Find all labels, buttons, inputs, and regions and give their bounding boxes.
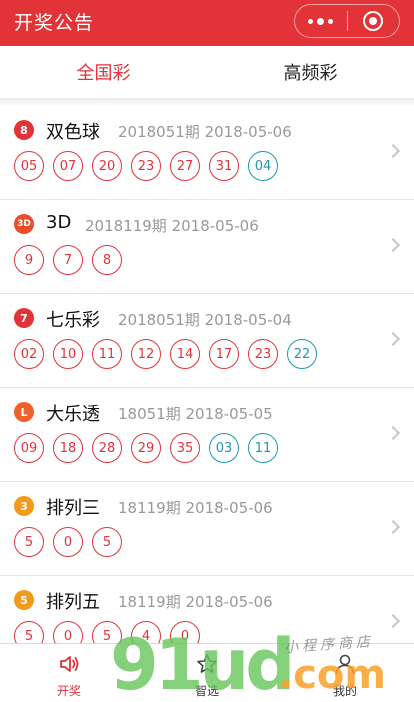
mini-program-capsule (294, 4, 400, 38)
lottery-row[interactable]: 8 双色球 2018051期 2018-05-06 05 07 20 23 27 31 04 (0, 106, 414, 200)
blue-ball: 11 (248, 433, 278, 463)
lottery-badge-icon: 5 (14, 590, 34, 610)
blue-ball: 22 (287, 339, 317, 369)
lottery-period-date: 18119期 2018-05-06 (118, 593, 273, 611)
chevron-right-icon (385, 237, 401, 253)
lottery-badge-icon: 7 (14, 308, 34, 328)
red-ball: 35 (170, 433, 200, 463)
target-icon (363, 11, 384, 31)
lottery-period-date: 2018051期 2018-05-06 (118, 123, 292, 141)
more-dots-icon (308, 17, 334, 25)
red-ball: 02 (14, 339, 44, 369)
lottery-name: 双色球 (46, 122, 100, 143)
red-ball: 05 (14, 151, 44, 181)
nav-item-draw[interactable]: 开奖 (0, 644, 138, 702)
lottery-badge-icon: 3 (14, 496, 34, 516)
lottery-row[interactable]: 3D 3D 2018119期 2018-05-06 9 7 8 (0, 200, 414, 294)
close-mini-program-button[interactable] (347, 5, 399, 37)
lottery-row[interactable]: 7 七乐彩 2018051期 2018-05-04 02 10 11 12 14 17 23 22 (0, 294, 414, 388)
nav-item-smart-pick[interactable]: 智选 (138, 644, 276, 702)
red-ball: 29 (131, 433, 161, 463)
red-ball: 5 (92, 527, 122, 557)
lottery-badge-icon: 8 (14, 120, 34, 140)
red-ball: 27 (170, 151, 200, 181)
chevron-right-icon (385, 425, 401, 441)
chevron-right-icon (385, 331, 401, 347)
red-ball: 31 (209, 151, 239, 181)
red-ball: 17 (209, 339, 239, 369)
lottery-badge-icon: L (14, 402, 34, 422)
nav-label-mine: 我的 (332, 684, 357, 698)
draw-numbers: 02 10 11 12 14 17 23 22 (14, 339, 317, 369)
lottery-name: 排列三 (46, 498, 100, 519)
red-ball: 0 (53, 527, 83, 557)
red-ball: 9 (14, 245, 44, 275)
chevron-right-icon (385, 613, 401, 629)
bottom-nav: 开奖 智选 我的 (0, 643, 414, 702)
user-icon (335, 654, 355, 674)
tab-national-lottery[interactable]: 全国彩 (0, 46, 207, 98)
star-icon (197, 654, 217, 673)
red-ball: 07 (53, 151, 83, 181)
red-ball: 10 (53, 339, 83, 369)
lottery-row[interactable]: L 大乐透 18051期 2018-05-05 09 18 28 29 35 03 11 (0, 388, 414, 482)
lottery-name: 3D (46, 212, 72, 233)
category-tabs: 全国彩 高频彩 (0, 46, 414, 98)
nav-item-mine[interactable]: 我的 (276, 644, 414, 702)
red-ball: 28 (92, 433, 122, 463)
page-title: 开奖公告 (14, 12, 95, 34)
red-ball: 23 (248, 339, 278, 369)
red-ball: 11 (92, 339, 122, 369)
chevron-right-icon (385, 519, 401, 535)
lottery-badge-icon: 3D (14, 214, 34, 234)
tab-high-frequency-lottery[interactable]: 高频彩 (207, 46, 414, 98)
nav-label-smart-pick: 智选 (194, 684, 219, 698)
lottery-period-date: 18051期 2018-05-05 (118, 405, 273, 423)
draw-numbers: 09 18 28 29 35 03 11 (14, 433, 278, 463)
chevron-right-icon (385, 143, 401, 159)
red-ball: 20 (92, 151, 122, 181)
red-ball: 12 (131, 339, 161, 369)
draw-numbers: 05 07 20 23 27 31 04 (14, 151, 278, 181)
more-menu-button[interactable] (295, 5, 347, 37)
red-ball: 23 (131, 151, 161, 181)
red-ball: 18 (53, 433, 83, 463)
speaker-icon (60, 656, 79, 672)
nav-label-draw: 开奖 (56, 684, 81, 698)
app-header: 开奖公告 (0, 0, 414, 46)
blue-ball: 04 (248, 151, 278, 181)
red-ball: 14 (170, 339, 200, 369)
lottery-period-date: 18119期 2018-05-06 (118, 499, 273, 517)
lottery-row[interactable]: 3 排列三 18119期 2018-05-06 5 0 5 (0, 482, 414, 576)
lottery-name: 排列五 (46, 592, 100, 613)
draw-numbers: 505 (14, 527, 122, 557)
blue-ball: 03 (209, 433, 239, 463)
lottery-period-date: 2018119期 2018-05-06 (85, 217, 259, 235)
draw-numbers: 978 (14, 245, 122, 275)
red-ball: 5 (14, 527, 44, 557)
lottery-name: 七乐彩 (46, 310, 100, 331)
red-ball: 09 (14, 433, 44, 463)
red-ball: 7 (53, 245, 83, 275)
tabs-shadow (0, 98, 414, 106)
lottery-list: 8 双色球 2018051期 2018-05-06 05 07 20 23 27 31 04 3D 3… (0, 106, 414, 670)
red-ball: 8 (92, 245, 122, 275)
lottery-period-date: 2018051期 2018-05-04 (118, 311, 292, 329)
lottery-name: 大乐透 (46, 404, 100, 425)
